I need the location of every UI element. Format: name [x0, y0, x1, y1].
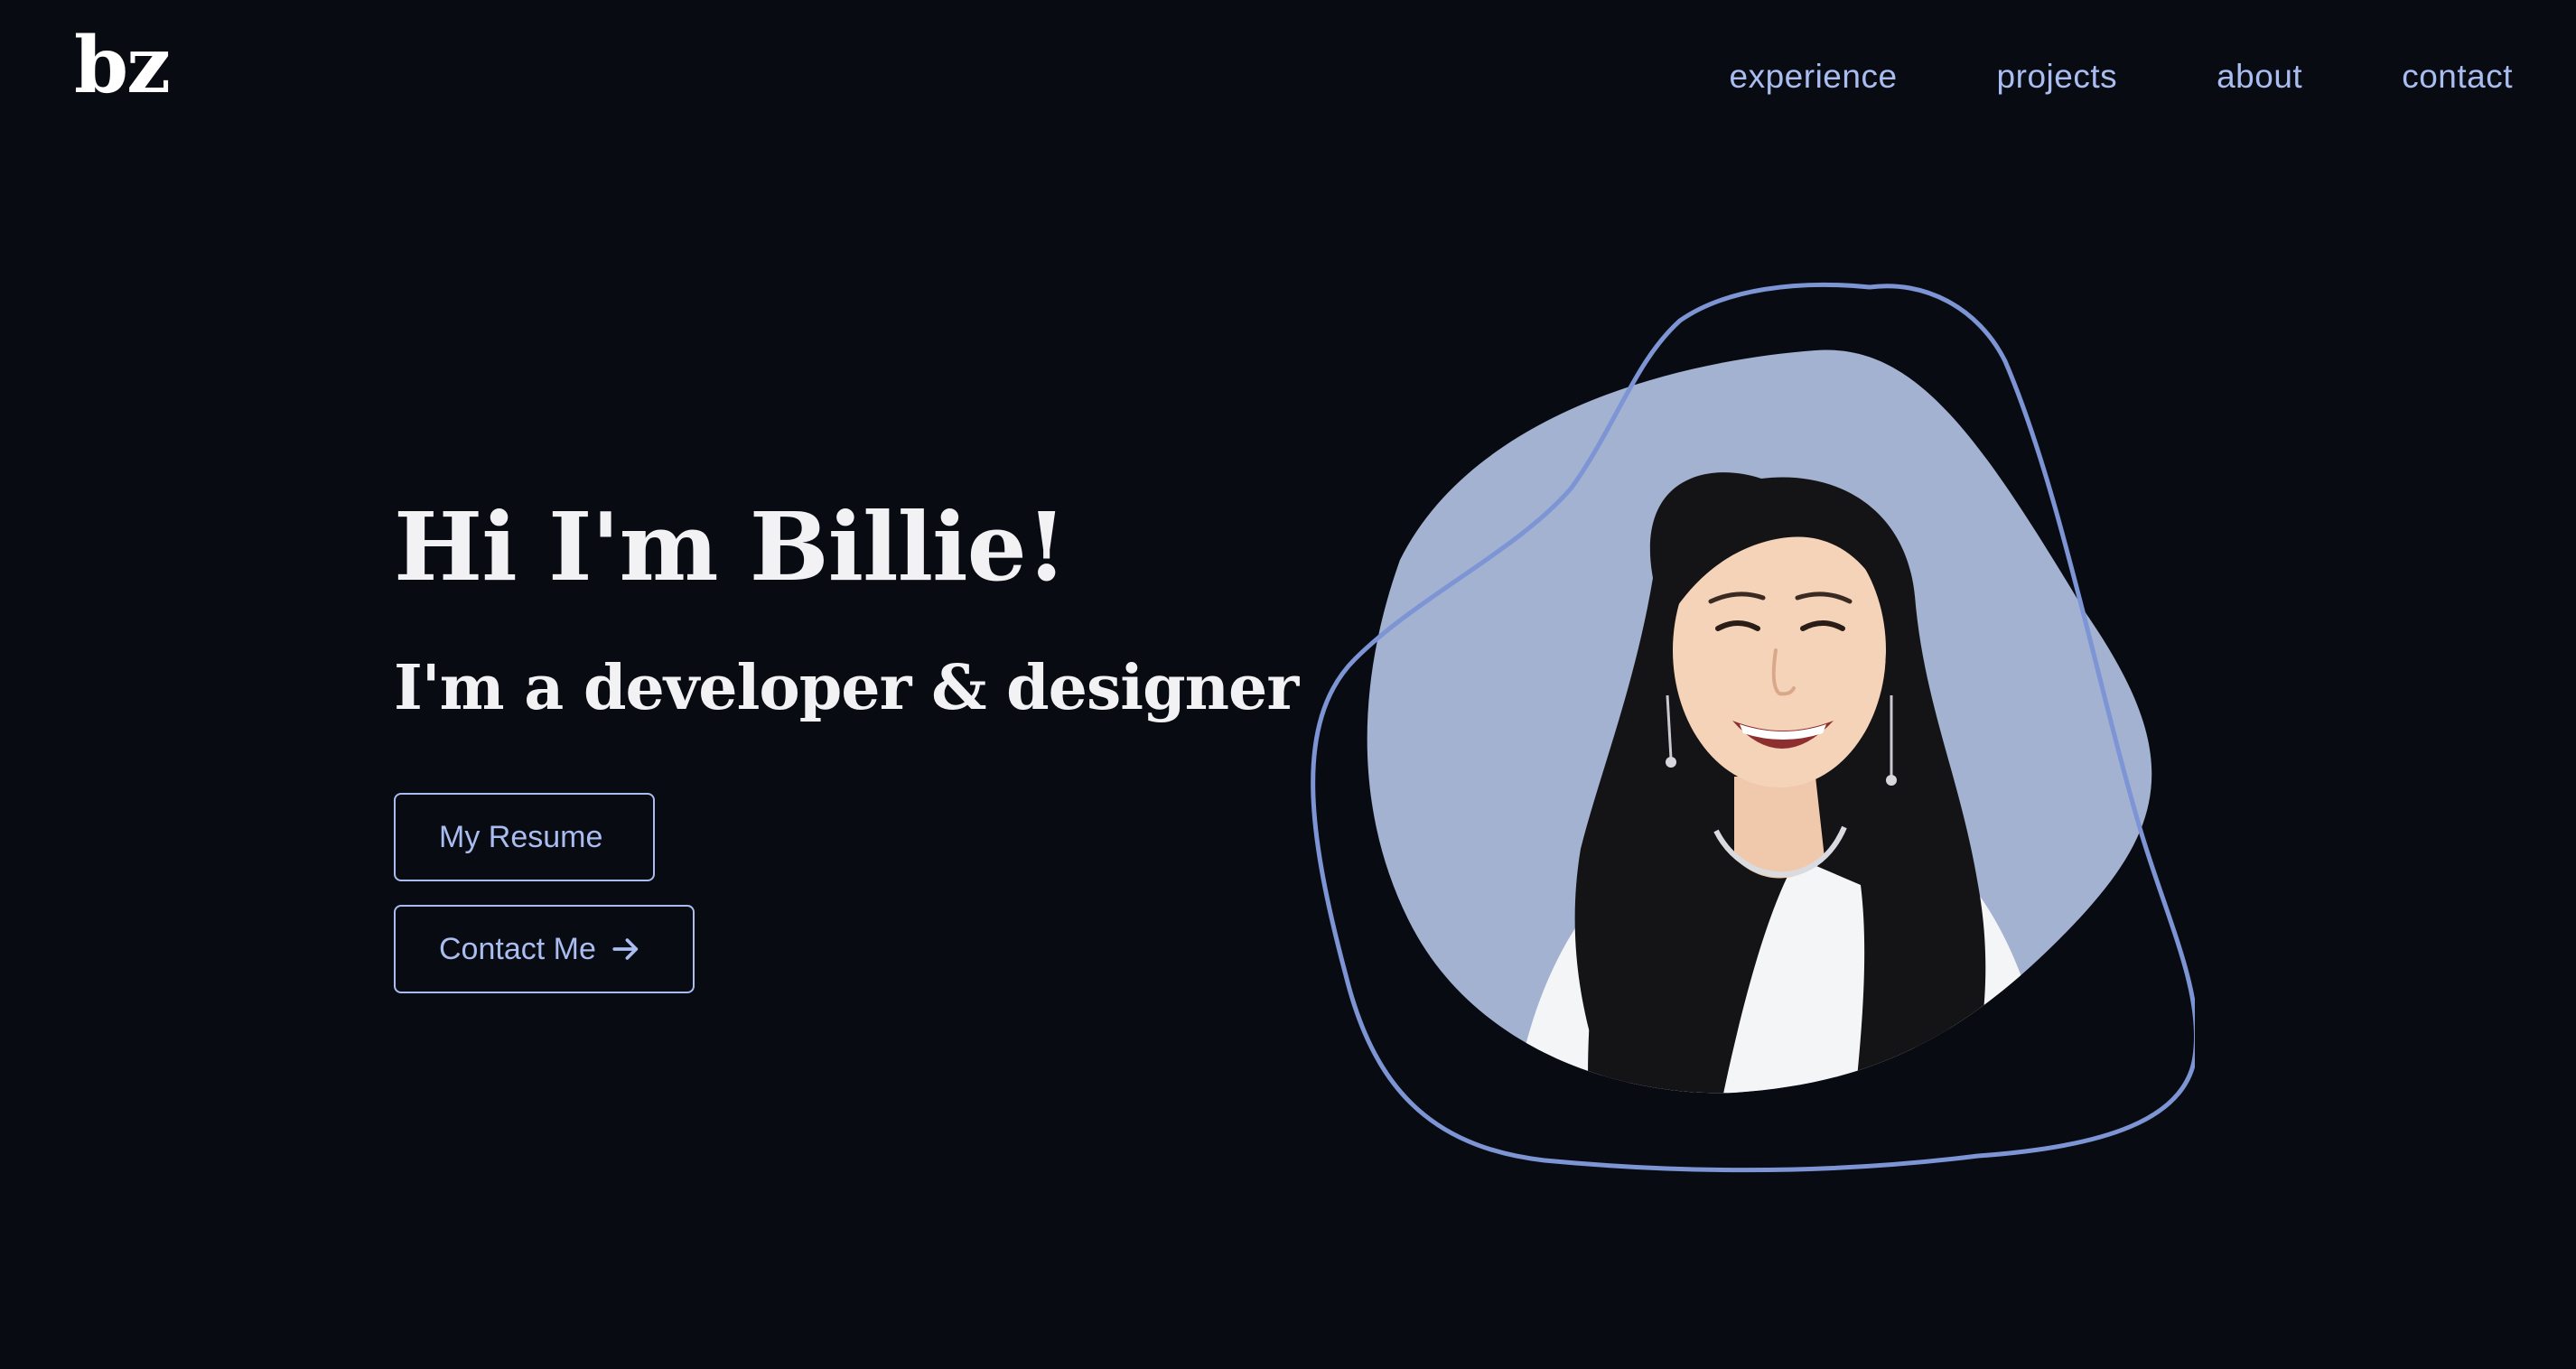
logo[interactable]: bz	[74, 27, 171, 105]
nav-experience[interactable]: experience	[1730, 58, 1898, 96]
nav-projects[interactable]: projects	[1997, 58, 2118, 96]
resume-button-label: My Resume	[439, 819, 603, 854]
resume-button[interactable]: My Resume	[394, 793, 655, 881]
nav-contact[interactable]: contact	[2402, 58, 2513, 96]
page: bz experience projects about contact Hi …	[0, 0, 2576, 1369]
hero-title: Hi I'm Billie!	[394, 491, 1067, 602]
profile-illustration	[1311, 282, 2195, 1173]
arrow-right-icon	[612, 938, 639, 960]
hero-subtitle: I'm a developer & designer	[394, 652, 1299, 724]
nav-about[interactable]: about	[2217, 58, 2302, 96]
contact-button-label: Contact Me	[439, 931, 596, 966]
contact-button[interactable]: Contact Me	[394, 905, 695, 993]
main-nav: experience projects about contact	[1730, 58, 2513, 96]
